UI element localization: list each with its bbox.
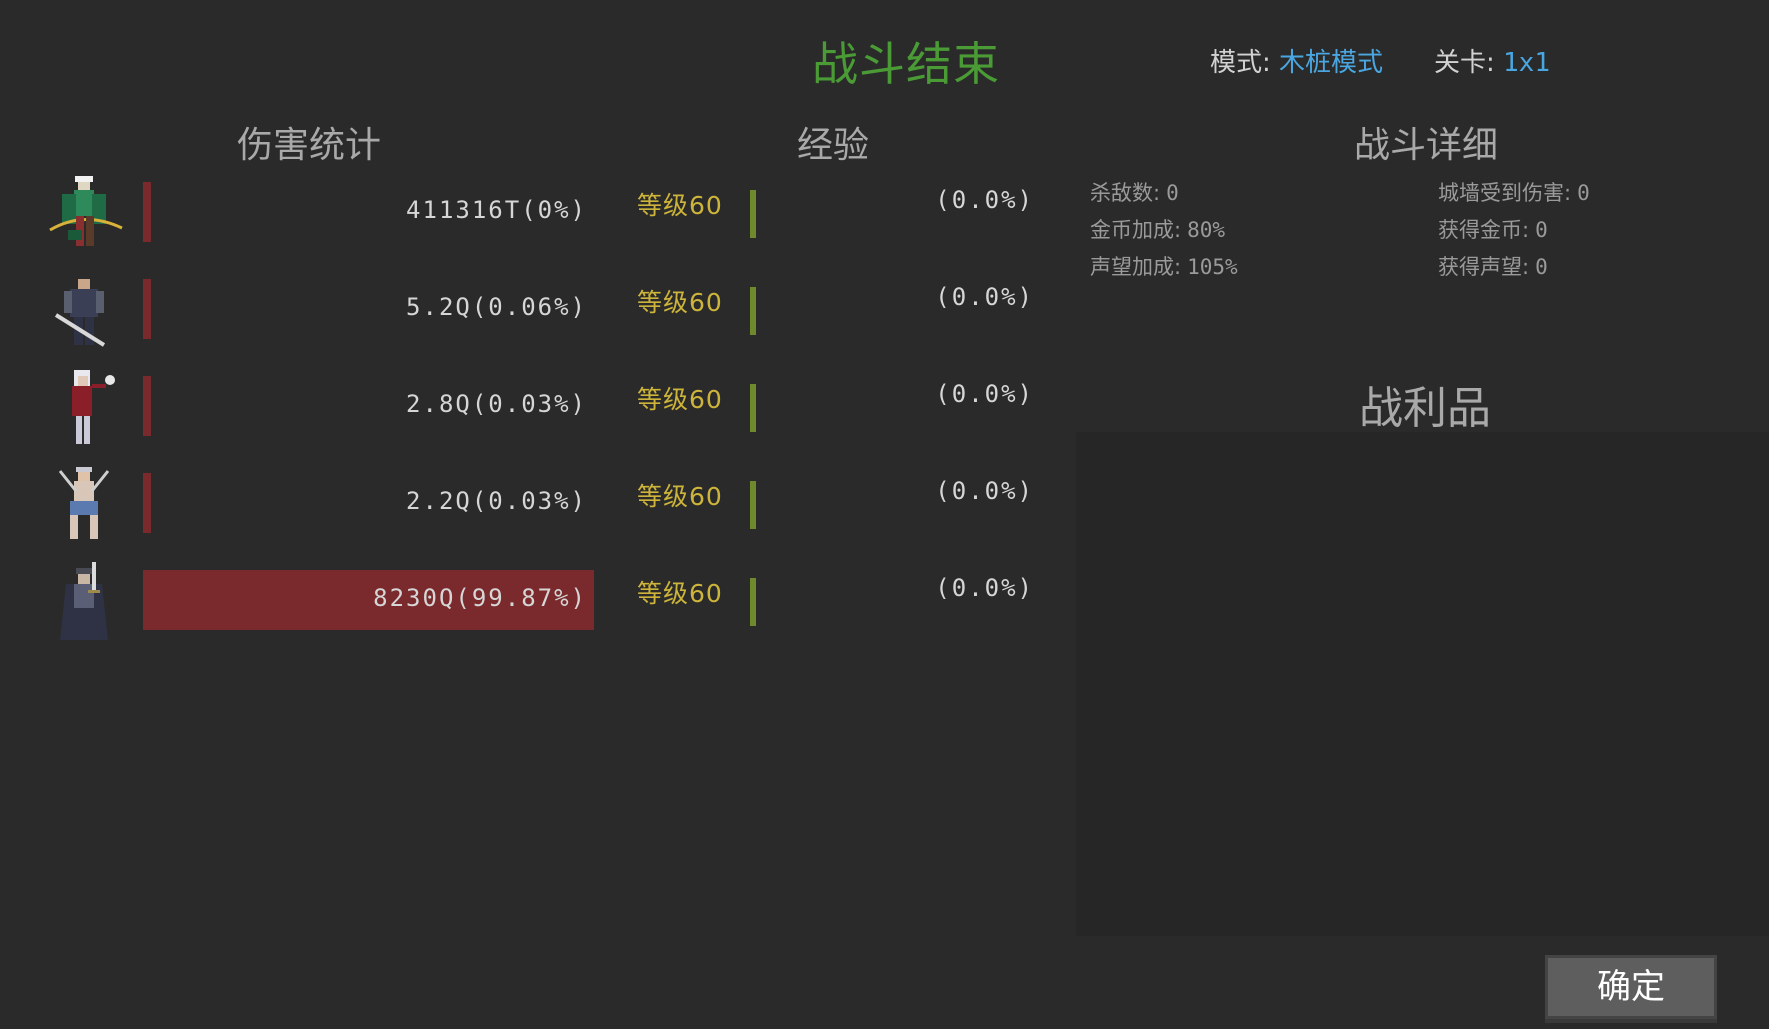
- stage-info: 关卡: 1x1: [1434, 42, 1550, 79]
- wall-damage-label: 城墙受到伤害:: [1438, 181, 1572, 205]
- hero-level: 等级60: [637, 482, 723, 511]
- gold-gain-stat: 获得金币: 0: [1438, 214, 1548, 244]
- exp-bar: [750, 481, 756, 529]
- kills-stat: 杀敌数: 0: [1090, 177, 1179, 207]
- mode-value: 木桩模式: [1279, 48, 1384, 78]
- knight-hero-icon: [40, 558, 128, 646]
- damage-bar: [143, 376, 151, 436]
- wall-damage-stat: 城墙受到伤害: 0: [1438, 177, 1590, 207]
- stage-label: 关卡:: [1434, 48, 1495, 78]
- damage-stats-heading: 伤害统计: [237, 125, 382, 166]
- swordsman-hero-icon: [40, 267, 128, 355]
- hero-row: 411316T(0%) 等级60 (0.0%): [0, 166, 1060, 262]
- damage-value: 2.8Q(0.03%): [406, 390, 587, 418]
- hero-level: 等级60: [637, 579, 723, 608]
- loot-panel: [1076, 432, 1769, 936]
- hero-level: 等级60: [637, 191, 723, 220]
- mode-label: 模式:: [1210, 48, 1271, 78]
- fame-bonus-value: 105%: [1187, 255, 1238, 279]
- stage-value: 1x1: [1503, 48, 1550, 78]
- fame-bonus-stat: 声望加成: 105%: [1090, 251, 1238, 281]
- archer-hero-icon: [40, 170, 128, 258]
- mage-hero-icon: [40, 364, 128, 452]
- exp-value: (0.0%): [935, 283, 1034, 311]
- loot-heading: 战利品: [1359, 383, 1491, 434]
- kills-value: 0: [1166, 181, 1179, 205]
- damage-value: 411316T(0%): [406, 196, 587, 224]
- exp-bar: [750, 384, 756, 432]
- hero-level: 等级60: [637, 288, 723, 317]
- gold-gain-label: 获得金币:: [1438, 218, 1530, 242]
- damage-value: 2.2Q(0.03%): [406, 487, 587, 515]
- gold-bonus-label: 金币加成:: [1090, 218, 1182, 242]
- exp-value: (0.0%): [935, 574, 1034, 602]
- damage-bar-track: 5.2Q(0.06%): [143, 279, 595, 339]
- fame-bonus-label: 声望加成:: [1090, 255, 1182, 279]
- damage-bar-track: 2.2Q(0.03%): [143, 473, 595, 533]
- damage-bar: [143, 182, 151, 242]
- damage-bar: [143, 473, 151, 533]
- battle-details-heading: 战斗详细: [1354, 125, 1499, 166]
- exp-bar: [750, 287, 756, 335]
- gold-bonus-value: 80%: [1187, 218, 1226, 242]
- damage-bar-track: 411316T(0%): [143, 182, 595, 242]
- exp-value: (0.0%): [935, 477, 1034, 505]
- dancer-hero-icon: [40, 461, 128, 549]
- hero-level: 等级60: [637, 385, 723, 414]
- gold-gain-value: 0: [1535, 218, 1548, 242]
- hero-row: 2.2Q(0.03%) 等级60 (0.0%): [0, 457, 1060, 553]
- kills-label: 杀敌数:: [1090, 181, 1161, 205]
- damage-value: 5.2Q(0.06%): [406, 293, 587, 321]
- damage-bar: [143, 279, 151, 339]
- hero-row: 5.2Q(0.06%) 等级60 (0.0%): [0, 263, 1060, 359]
- mode-info: 模式: 木桩模式: [1210, 42, 1383, 79]
- damage-value: 8230Q(99.87%): [373, 584, 587, 612]
- exp-value: (0.0%): [935, 186, 1034, 214]
- battle-end-title: 战斗结束: [812, 37, 1000, 91]
- damage-bar-track: 8230Q(99.87%): [143, 570, 595, 630]
- damage-bar-track: 2.8Q(0.03%): [143, 376, 595, 436]
- exp-bar: [750, 190, 756, 238]
- fame-gain-stat: 获得声望: 0: [1438, 251, 1548, 281]
- exp-value: (0.0%): [935, 380, 1034, 408]
- wall-damage-value: 0: [1577, 181, 1590, 205]
- confirm-button[interactable]: 确定: [1545, 955, 1717, 1019]
- hero-row: 2.8Q(0.03%) 等级60 (0.0%): [0, 360, 1060, 456]
- fame-gain-value: 0: [1535, 255, 1548, 279]
- exp-heading: 经验: [797, 125, 870, 166]
- gold-bonus-stat: 金币加成: 80%: [1090, 214, 1225, 244]
- exp-bar: [750, 578, 756, 626]
- fame-gain-label: 获得声望:: [1438, 255, 1530, 279]
- hero-row: 8230Q(99.87%) 等级60 (0.0%): [0, 554, 1060, 650]
